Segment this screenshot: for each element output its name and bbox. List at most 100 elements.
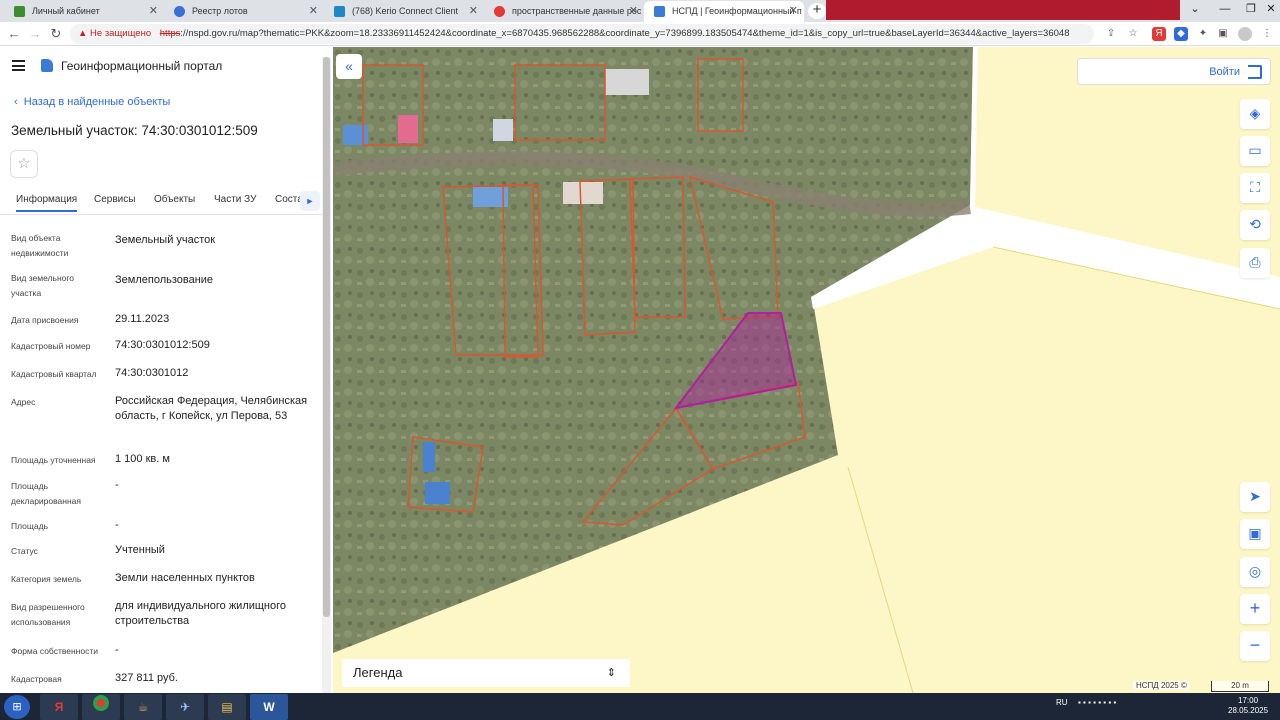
- tab-cabinet[interactable]: Личный кабинет ✕: [4, 1, 164, 22]
- clock-date: 28.05.2025: [1228, 706, 1269, 715]
- legend-dropdown[interactable]: Легенда ⇕: [342, 659, 630, 687]
- scrollbar-thumb[interactable]: [323, 57, 330, 617]
- field-value: Земли населенных пунктов: [115, 572, 255, 584]
- panel-scrollbar[interactable]: [322, 57, 331, 693]
- tab-information[interactable]: Информация: [16, 194, 78, 212]
- map-canvas[interactable]: [333, 47, 1280, 693]
- feather-app-taskbar-icon[interactable]: ✈: [166, 694, 204, 720]
- measure-button[interactable]: ▭: [1240, 136, 1270, 166]
- layers-button[interactable]: ◈: [1240, 99, 1270, 129]
- star-icon: ☆: [17, 155, 31, 172]
- page-title: Земельный участок: 74:30:0301012:509: [11, 123, 258, 138]
- share-map-button[interactable]: ⟲: [1240, 210, 1270, 240]
- close-window-button[interactable]: ✕: [1256, 0, 1280, 20]
- close-icon[interactable]: ✕: [789, 1, 798, 21]
- back-link-label: Назад в найденные объекты: [23, 96, 171, 108]
- close-icon[interactable]: ✕: [309, 1, 318, 21]
- chrome-taskbar-icon[interactable]: [82, 694, 120, 720]
- print-icon: ⎙: [1249, 254, 1261, 270]
- bookmark-star-icon[interactable]: ☆: [1126, 27, 1140, 41]
- locate-button[interactable]: ➤: [1240, 482, 1270, 512]
- info-tabs: Информация Сервисы Объекты Части ЗУ Сост…: [0, 190, 322, 215]
- tab-registry[interactable]: Реестр лотов ✕: [164, 1, 324, 22]
- menu-dots-icon[interactable]: ⋮: [1260, 27, 1274, 41]
- zoom-in-button[interactable]: +: [1240, 594, 1270, 624]
- chevron-right-icon: ►: [305, 196, 315, 206]
- portal-name: Геоинформационный портал: [61, 59, 223, 73]
- object-info-panel: Геоинформационный портал ‹ Назад в найде…: [0, 47, 333, 693]
- geolocation-button[interactable]: ◎: [1240, 557, 1270, 587]
- tab-nspd[interactable]: НСПД | Геоинформационный п ✕: [644, 1, 804, 22]
- start-button[interactable]: ⊞: [4, 695, 30, 719]
- tab-label: Личный кабинет: [32, 6, 100, 16]
- close-icon[interactable]: ✕: [149, 1, 158, 21]
- field-value: 74:30:0301012:509: [115, 339, 210, 351]
- field-label: Вид объекта недвижимости: [11, 233, 69, 258]
- warning-icon[interactable]: ▲: [78, 28, 87, 39]
- forward-arrow-icon[interactable]: →: [25, 24, 45, 44]
- close-icon[interactable]: ✕: [469, 1, 478, 21]
- tabs-scroll-right-button[interactable]: ►: [300, 191, 320, 211]
- share-icon[interactable]: ⇪: [1104, 27, 1118, 41]
- puzzle-icon[interactable]: ✦: [1196, 27, 1210, 41]
- security-label[interactable]: Не защищено: [90, 28, 151, 39]
- java-taskbar-icon[interactable]: ☕: [124, 694, 162, 720]
- back-to-results-link[interactable]: ‹ Назад в найденные объекты: [14, 96, 170, 108]
- map-view[interactable]: « Войти ◈ ▭ ⛶ ⟲ ⎙ ➤ ▣ ◎ + − Легенда ⇕ НС…: [333, 47, 1280, 693]
- minimap-icon: ▣: [1248, 525, 1262, 541]
- field-value: 29.11.2023: [115, 313, 170, 325]
- share-icon: ⟲: [1249, 216, 1261, 232]
- tray-icons[interactable]: ▪ ▪ ▪ ▪ ▪ ▪ ▪ ▪: [1078, 698, 1116, 707]
- close-icon[interactable]: ✕: [629, 1, 638, 21]
- navigation-arrow-icon: ➤: [1249, 488, 1261, 504]
- yandex-browser-taskbar-icon[interactable]: Я: [40, 694, 78, 720]
- login-label: Войти: [1209, 66, 1240, 78]
- tab-parts[interactable]: Части ЗУ: [214, 194, 256, 205]
- tab-label: Реестр лотов: [192, 6, 248, 16]
- field-value: 327 811 руб.: [115, 672, 178, 684]
- back-arrow-icon[interactable]: ←: [4, 24, 24, 44]
- tab-composition[interactable]: Соста: [275, 194, 303, 205]
- satellite-imagery: [333, 47, 973, 653]
- tab-services[interactable]: Сервисы: [94, 194, 135, 205]
- collapse-panel-button[interactable]: «: [336, 54, 362, 79]
- login-button[interactable]: Войти: [1077, 58, 1271, 85]
- field-label: Категория земель: [11, 574, 82, 584]
- tab-objects[interactable]: Объекты: [154, 194, 195, 205]
- reload-icon[interactable]: ↻: [46, 24, 66, 44]
- language-indicator[interactable]: RU: [1056, 698, 1068, 707]
- windows-taskbar: ⊞ Я ☕ ✈ ▤ W RU ▪ ▪ ▪ ▪ ▪ ▪ ▪ ▪ 17:00 28.…: [0, 693, 1280, 720]
- zoom-out-button[interactable]: −: [1240, 631, 1270, 661]
- file-explorer-taskbar-icon[interactable]: ▤: [208, 694, 246, 720]
- sidebar-icon[interactable]: ▣: [1216, 27, 1230, 41]
- url-scheme: https: [159, 28, 181, 39]
- profile-avatar-icon[interactable]: [1238, 27, 1252, 41]
- yandex-extension-icon[interactable]: Я: [1152, 27, 1166, 41]
- menu-hamburger-icon[interactable]: [12, 60, 25, 71]
- favorite-star-button[interactable]: ☆: [10, 150, 38, 178]
- address-bar: ← → ↻ ▲ Не защищено https://nspd.gov.ru/…: [0, 22, 1280, 46]
- tab-bar-accent: [826, 0, 1180, 20]
- field-value: -: [115, 479, 119, 491]
- system-clock[interactable]: 17:00 28.05.2025: [1228, 696, 1268, 716]
- print-button[interactable]: ⎙: [1240, 248, 1270, 278]
- minimap-button[interactable]: ▣: [1240, 519, 1270, 549]
- word-taskbar-icon[interactable]: W: [250, 694, 288, 720]
- url-input[interactable]: ▲ Не защищено https://nspd.gov.ru/map?th…: [70, 24, 1094, 44]
- tab-kerio[interactable]: (768) Kerio Connect Client ✕: [324, 1, 484, 22]
- browser-tab-bar: Личный кабинет ✕ Реестр лотов ✕ (768) Ke…: [0, 0, 1280, 22]
- area-select-button[interactable]: ⛶: [1240, 173, 1270, 203]
- kerio-favicon-icon: [334, 6, 345, 17]
- tab-yandex-search[interactable]: пространственные данные рос ✕: [484, 1, 644, 22]
- building: [423, 442, 435, 472]
- registry-favicon-icon: [174, 6, 185, 17]
- tab-search-icon[interactable]: ⌄: [1180, 0, 1210, 20]
- field-label: Форма собственности: [11, 646, 98, 656]
- field-label: Кадастровый номер: [11, 341, 91, 351]
- updown-chevron-icon: ⇕: [606, 667, 616, 679]
- extension-icon[interactable]: ◆: [1174, 27, 1188, 41]
- field-value: Учтенный: [115, 544, 165, 556]
- field-label: Площадь уточненная: [11, 455, 96, 465]
- new-tab-button[interactable]: +: [808, 2, 826, 19]
- field-value: -: [115, 519, 119, 531]
